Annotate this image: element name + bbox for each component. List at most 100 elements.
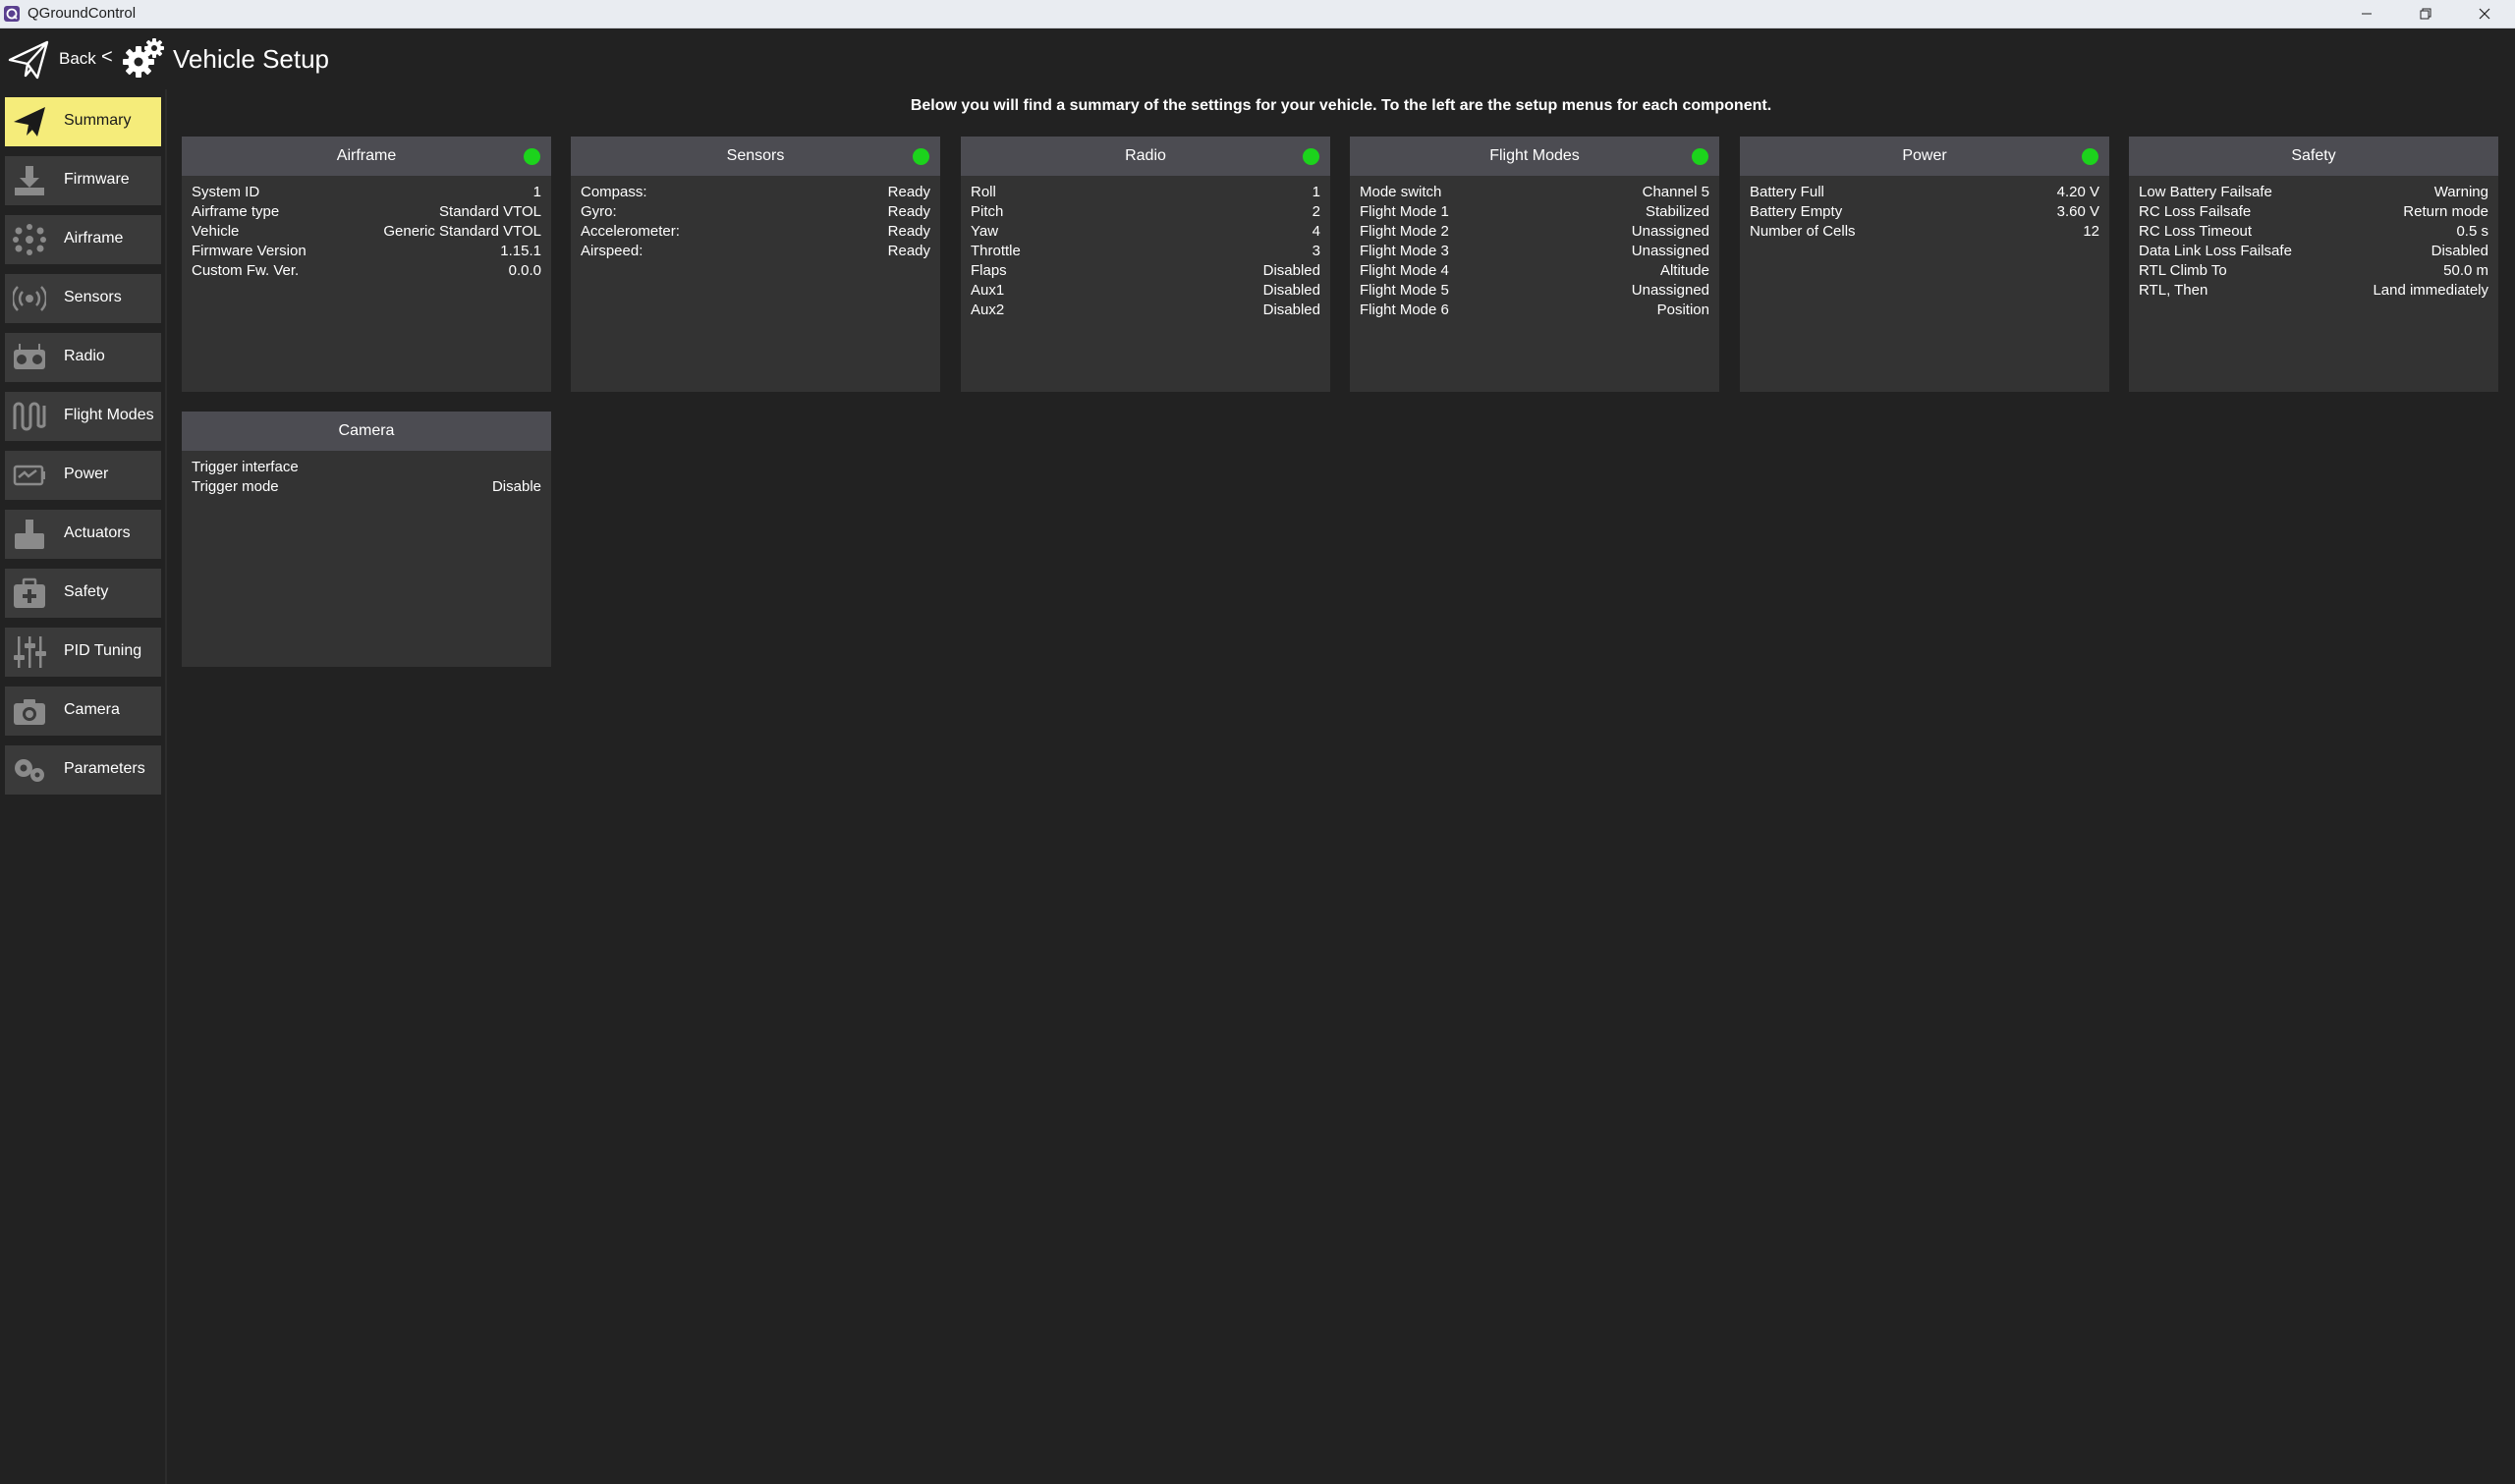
summary-row: Custom Fw. Ver. 0.0.0 bbox=[192, 262, 541, 279]
airframe-icon bbox=[13, 224, 46, 255]
restore-icon bbox=[2420, 8, 2431, 20]
sidebar-item-flight-modes[interactable]: Flight Modes bbox=[5, 392, 161, 441]
summary-row: Data Link Loss Failsafe Disabled bbox=[2139, 243, 2488, 259]
summary-row: Low Battery Failsafe Warning bbox=[2139, 184, 2488, 200]
summary-card-radio[interactable]: Radio Roll 1 Pitch 2 Yaw 4 Throttle 3 Flaps D… bbox=[961, 137, 1330, 392]
sidebar-item-summary[interactable]: Summary bbox=[5, 97, 161, 146]
sidebar-item-label: Actuators bbox=[64, 524, 131, 541]
status-indicator bbox=[2082, 148, 2098, 165]
sidebar-item-firmware[interactable]: Firmware bbox=[5, 156, 161, 205]
summary-card-power[interactable]: Power Battery Full 4.20 V Battery Empty 3.… bbox=[1740, 137, 2109, 392]
card-title: Airframe bbox=[182, 137, 551, 176]
sidebar-item-label: Camera bbox=[64, 701, 120, 718]
summary-row: Flight Mode 4 Altitude bbox=[1360, 262, 1709, 279]
sidebar-item-pid-tuning[interactable]: PID Tuning bbox=[5, 628, 161, 677]
paper-plane-icon bbox=[14, 107, 45, 137]
summary-row: Firmware Version 1.15.1 bbox=[192, 243, 541, 259]
radio-icon bbox=[14, 344, 45, 369]
gears-icon bbox=[15, 759, 44, 782]
window-title-bar: QGroundControl bbox=[0, 0, 2515, 28]
summary-row: Mode switch Channel 5 bbox=[1360, 184, 1709, 200]
sliders-icon bbox=[14, 636, 46, 668]
flight-modes-icon bbox=[13, 402, 46, 431]
sidebar-item-label: PID Tuning bbox=[64, 642, 142, 659]
card-title: Camera bbox=[182, 412, 551, 451]
summary-row: RTL, Then Land immediately bbox=[2139, 282, 2488, 299]
summary-row: Throttle 3 bbox=[971, 243, 1320, 259]
summary-row: Roll 1 bbox=[971, 184, 1320, 200]
status-indicator bbox=[1692, 148, 1708, 165]
summary-row: Pitch 2 bbox=[971, 203, 1320, 220]
summary-row: Flight Mode 2 Unassigned bbox=[1360, 223, 1709, 240]
summary-card-safety[interactable]: Safety Low Battery Failsafe Warning RC Lo… bbox=[2129, 137, 2498, 392]
sidebar-item-label: Summary bbox=[64, 112, 132, 129]
summary-card-flight-modes[interactable]: Flight Modes Mode switch Channel 5 Flight… bbox=[1350, 137, 1719, 392]
sidebar-item-label: Power bbox=[64, 466, 109, 482]
summary-row: Flight Mode 5 Unassigned bbox=[1360, 282, 1709, 299]
camera-icon bbox=[14, 699, 45, 725]
summary-row: Accelerometer: Ready bbox=[581, 223, 930, 240]
summary-row: Trigger mode Disable bbox=[192, 478, 541, 495]
sidebar-item-label: Firmware bbox=[64, 171, 130, 188]
minimize-button[interactable] bbox=[2338, 0, 2395, 27]
summary-row: RC Loss Failsafe Return mode bbox=[2139, 203, 2488, 220]
sidebar-item-power[interactable]: Power bbox=[5, 451, 161, 500]
summary-row: Compass: Ready bbox=[581, 184, 930, 200]
summary-row: System ID 1 bbox=[192, 184, 541, 200]
close-button[interactable] bbox=[2456, 0, 2513, 27]
back-button[interactable]: Back bbox=[59, 49, 96, 69]
summary-row: Number of Cells 12 bbox=[1750, 223, 2099, 240]
sidebar-item-label: Airframe bbox=[64, 230, 124, 247]
minimize-icon bbox=[2362, 13, 2372, 15]
restore-button[interactable] bbox=[2397, 0, 2454, 27]
summary-row: Flight Mode 1 Stabilized bbox=[1360, 203, 1709, 220]
sidebar-item-safety[interactable]: Safety bbox=[5, 569, 161, 618]
sidebar-item-actuators[interactable]: Actuators bbox=[5, 510, 161, 559]
paper-plane-icon[interactable] bbox=[8, 40, 49, 80]
summary-card-camera[interactable]: Camera Trigger interface Trigger mode Dis… bbox=[182, 412, 551, 667]
summary-row: Flight Mode 6 Position bbox=[1360, 302, 1709, 318]
summary-intro-text: Below you will find a summary of the set… bbox=[910, 97, 1772, 114]
download-icon bbox=[15, 166, 44, 195]
card-title: Radio bbox=[961, 137, 1330, 176]
sidebar-item-airframe[interactable]: Airframe bbox=[5, 215, 161, 264]
sidebar-item-label: Safety bbox=[64, 583, 109, 600]
card-title: Sensors bbox=[571, 137, 940, 176]
first-aid-kit-icon bbox=[14, 577, 45, 608]
setup-sidebar: Summary Firmware Airframe Sensors Radio … bbox=[0, 89, 167, 1484]
status-indicator bbox=[1303, 148, 1319, 165]
card-title: Flight Modes bbox=[1350, 137, 1719, 176]
summary-row: Vehicle Generic Standard VTOL bbox=[192, 223, 541, 240]
sidebar-item-label: Parameters bbox=[64, 760, 145, 777]
breadcrumb-separator: < bbox=[101, 46, 113, 68]
summary-row: Battery Full 4.20 V bbox=[1750, 184, 2099, 200]
window-title: QGroundControl bbox=[28, 5, 137, 22]
summary-row: Yaw 4 bbox=[971, 223, 1320, 240]
page-title: Vehicle Setup bbox=[173, 44, 330, 74]
summary-row: RTL Climb To 50.0 m bbox=[2139, 262, 2488, 279]
sidebar-item-label: Sensors bbox=[64, 289, 122, 305]
summary-row: Airframe type Standard VTOL bbox=[192, 203, 541, 220]
summary-row: Flight Mode 3 Unassigned bbox=[1360, 243, 1709, 259]
status-indicator bbox=[913, 148, 929, 165]
close-icon bbox=[2479, 8, 2490, 20]
summary-row: Battery Empty 3.60 V bbox=[1750, 203, 2099, 220]
qgroundcontrol-app-icon bbox=[4, 6, 20, 22]
summary-row: Aux1 Disabled bbox=[971, 282, 1320, 299]
summary-card-airframe[interactable]: Airframe System ID 1 Airframe type Standar… bbox=[182, 137, 551, 392]
summary-row: RC Loss Timeout 0.5 s bbox=[2139, 223, 2488, 240]
sidebar-item-sensors[interactable]: Sensors bbox=[5, 274, 161, 323]
sidebar-item-label: Radio bbox=[64, 348, 105, 364]
summary-row: Trigger interface bbox=[192, 459, 299, 475]
card-title: Power bbox=[1740, 137, 2109, 176]
gear-icon bbox=[123, 38, 164, 78]
status-indicator bbox=[524, 148, 540, 165]
sidebar-item-camera[interactable]: Camera bbox=[5, 687, 161, 736]
card-title: Safety bbox=[2129, 137, 2498, 176]
summary-card-sensors[interactable]: Sensors Compass: Ready Gyro: Ready Acceler… bbox=[571, 137, 940, 392]
sidebar-item-radio[interactable]: Radio bbox=[5, 333, 161, 382]
sidebar-item-parameters[interactable]: Parameters bbox=[5, 745, 161, 795]
toolbar: Back < Vehicle Setup bbox=[0, 28, 2515, 89]
sensors-icon bbox=[13, 286, 46, 311]
power-icon bbox=[13, 465, 45, 486]
